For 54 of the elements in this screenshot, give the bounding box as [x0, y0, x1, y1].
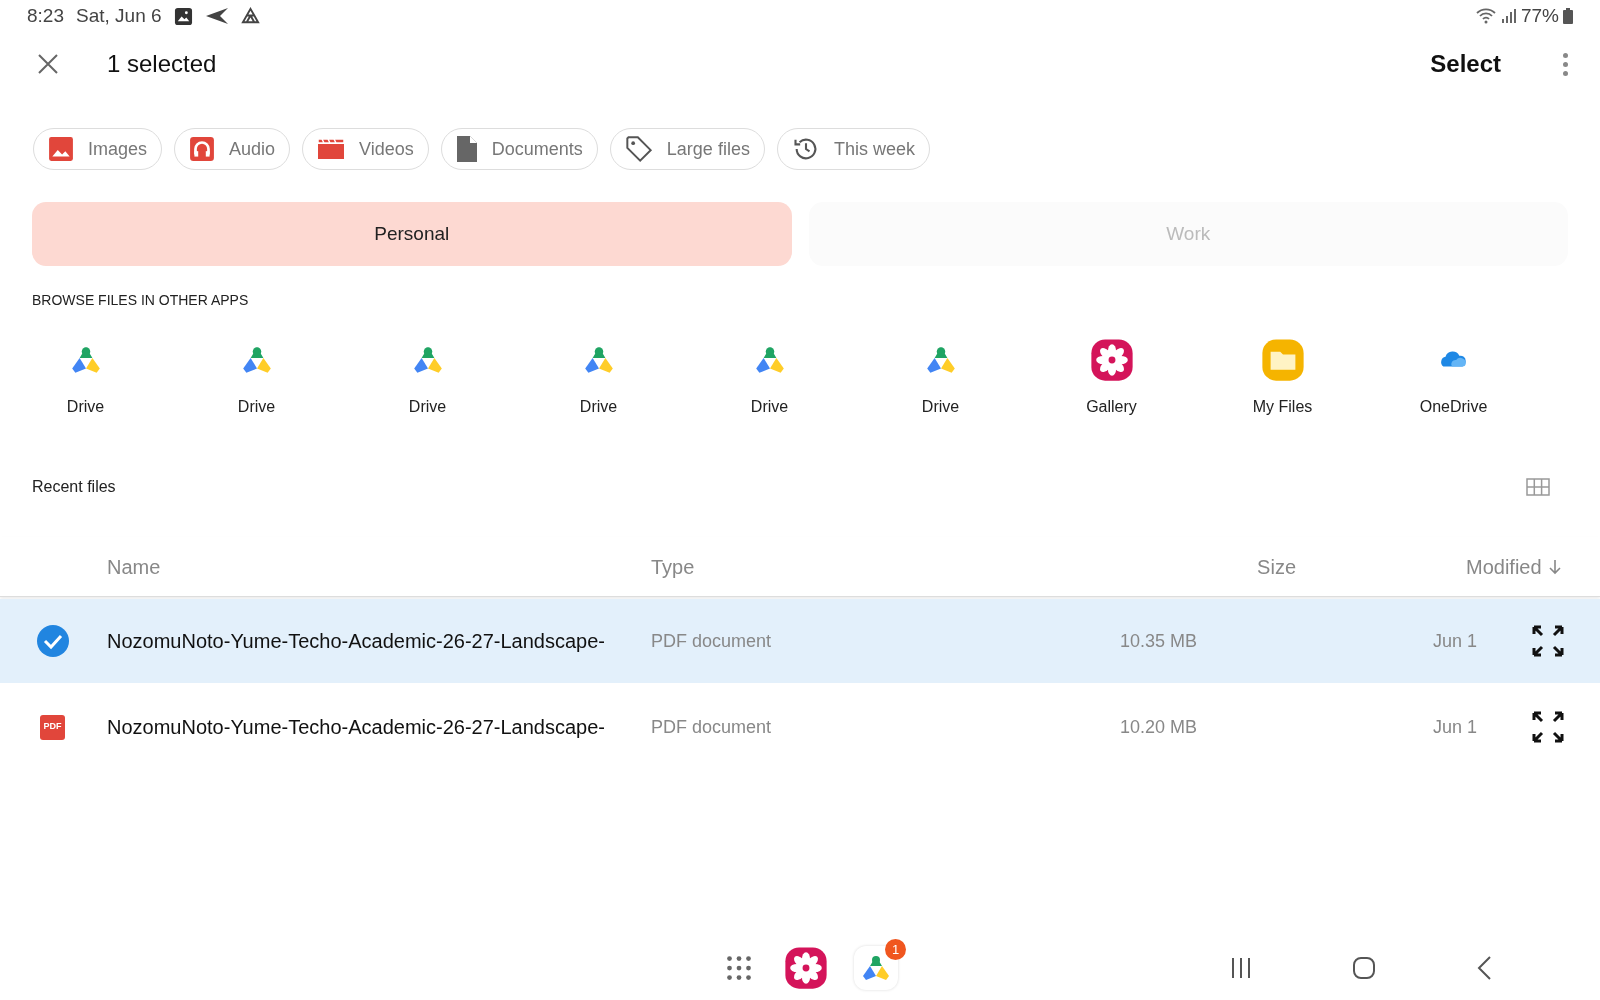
select-button[interactable]: Select [1430, 46, 1501, 82]
app-label[interactable]: Drive [408, 395, 447, 419]
send-icon [204, 7, 229, 25]
file-row[interactable]: NozomuNoto-Yume-Techo-Academic-26-27-Landscape- PDF document 10.35 MB Jun 1 [0, 599, 1600, 683]
app-label[interactable]: Gallery [1086, 395, 1137, 419]
file-name: NozomuNoto-Yume-Techo-Academic-26-27-Landscape- [107, 715, 607, 740]
expand-icon[interactable] [1532, 711, 1564, 743]
selection-count: 1 selected [107, 49, 217, 79]
app-label[interactable]: Drive [66, 395, 105, 419]
flower-icon[interactable] [1089, 338, 1134, 382]
image-icon [173, 6, 193, 26]
app-label[interactable]: Drive [750, 395, 789, 419]
document-icon [455, 135, 478, 163]
file-size: 10.20 MB [1118, 715, 1197, 739]
signal-icon [1500, 8, 1517, 24]
column-header[interactable]: Name [107, 551, 651, 582]
pdf-file-icon: PDF [40, 714, 65, 740]
triangle-icon [240, 6, 260, 26]
column-header[interactable]: Type [651, 551, 851, 582]
battery-icon [1563, 8, 1573, 24]
column-header[interactable]: Modified [1466, 551, 1562, 582]
section-heading: BROWSE FILES IN OTHER APPS [31, 291, 250, 310]
expand-icon[interactable] [1532, 625, 1564, 657]
headphones-icon [189, 136, 216, 162]
tag-icon [624, 135, 653, 163]
wifi-icon [1474, 7, 1497, 25]
file-name: NozomuNoto-Yume-Techo-Academic-26-27-Landscape- [107, 629, 607, 654]
status-time: 8:23 [27, 3, 64, 28]
app-label[interactable]: My Files [1252, 395, 1313, 419]
file-date: Jun 1 [1431, 629, 1477, 653]
flower-icon[interactable] [784, 946, 828, 990]
back-icon[interactable] [1476, 955, 1492, 981]
app-label[interactable]: OneDrive [1419, 395, 1488, 419]
sort-arrow-icon[interactable] [1547, 558, 1562, 575]
file-type: PDF document [651, 629, 773, 653]
grid-view-icon[interactable] [1526, 478, 1550, 496]
app-label[interactable]: Drive [579, 395, 618, 419]
home-icon[interactable] [1352, 956, 1376, 980]
section-heading: Recent files [32, 477, 116, 497]
app-label[interactable]: Drive [237, 395, 276, 419]
file-type: PDF document [651, 715, 773, 739]
recent-apps-icon[interactable] [1230, 957, 1252, 979]
profile-tab[interactable]: Personal [32, 202, 792, 266]
column-header[interactable]: Size [851, 551, 1296, 582]
file-size: 10.35 MB [1118, 629, 1197, 653]
app-label[interactable]: Drive [921, 395, 960, 419]
file-date: Jun 1 [1431, 715, 1477, 739]
notification-badge: 1 [885, 939, 906, 960]
battery-percentage: 77% [1520, 3, 1559, 28]
checked-checkbox-icon[interactable] [35, 624, 70, 658]
close-button[interactable] [36, 52, 60, 76]
status-date: Sat, Jun 6 [76, 3, 162, 28]
clapperboard-icon [317, 137, 346, 161]
image-icon [48, 136, 74, 162]
